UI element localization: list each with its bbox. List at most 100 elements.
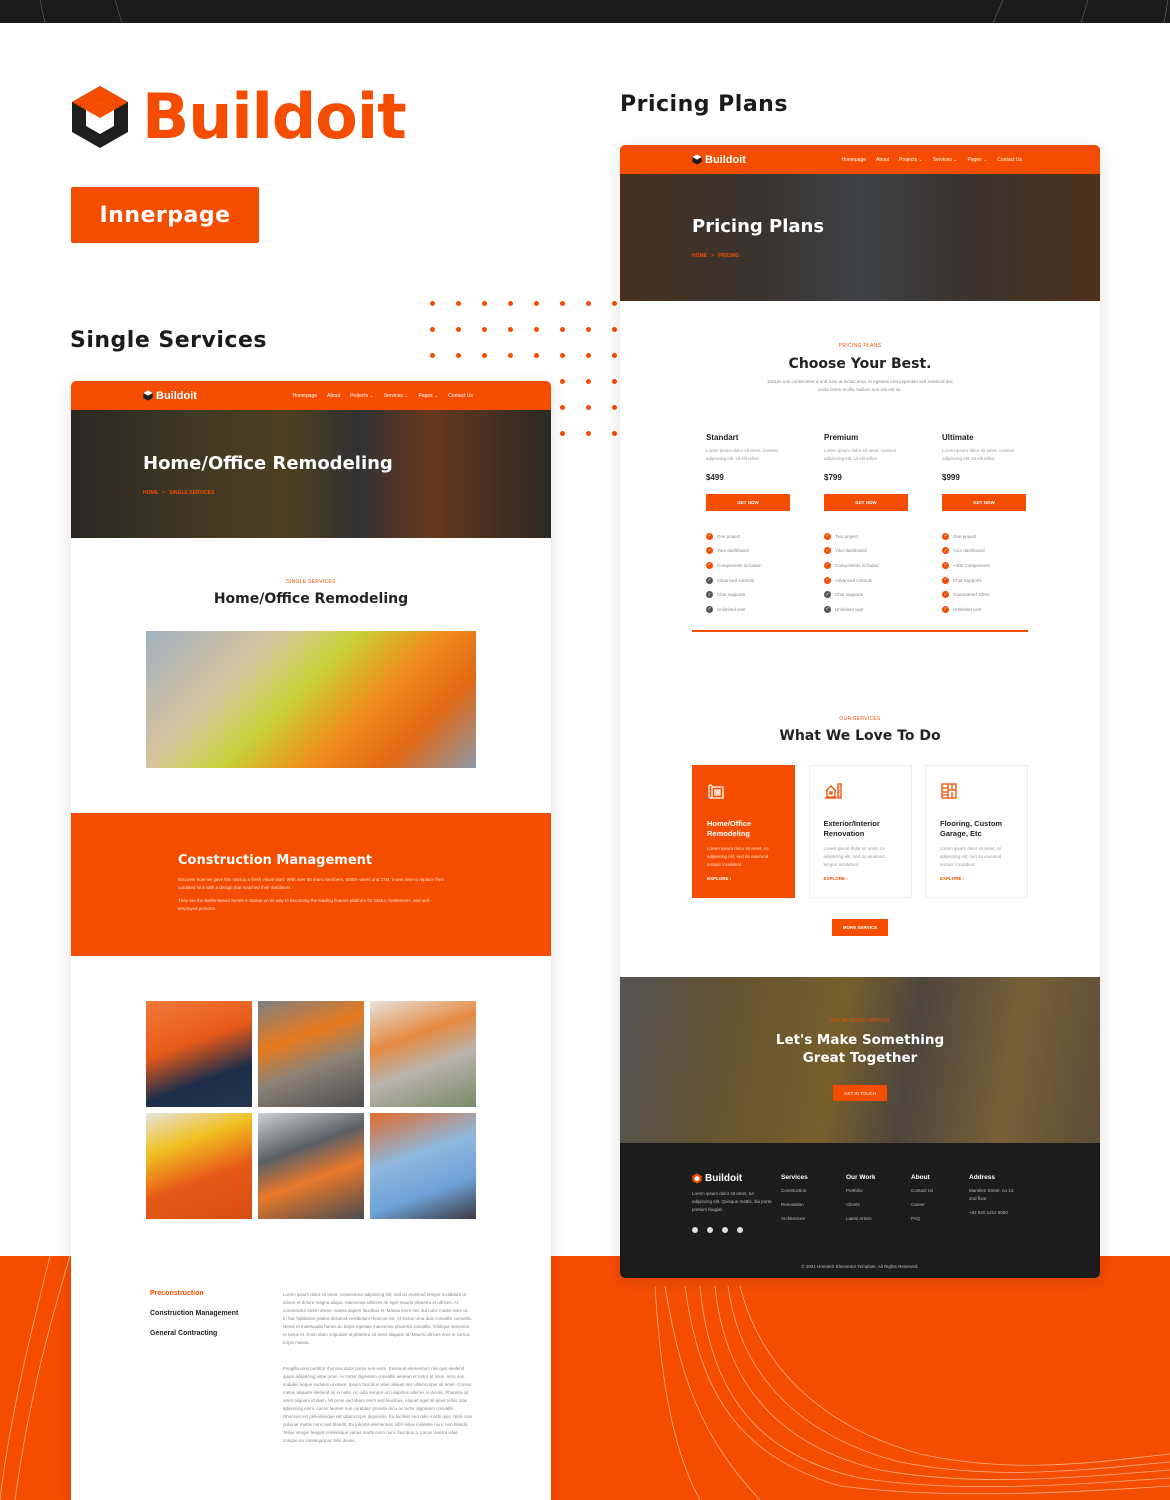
- nav-link-pages[interactable]: Pages ⌄: [419, 393, 439, 399]
- footer-link[interactable]: Construction: [781, 1187, 808, 1195]
- explore-link[interactable]: EXPLORE ›: [707, 876, 731, 881]
- explore-link[interactable]: EXPLORE ›: [940, 876, 964, 881]
- dot: [612, 301, 617, 306]
- gallery-photo-5[interactable]: [258, 1113, 364, 1219]
- footer-link[interactable]: Renovation: [781, 1201, 808, 1209]
- plan-price: $799: [824, 473, 842, 482]
- services-title: What We Love To Do: [779, 728, 941, 744]
- footer-col-about: About Contact Us Career FAQ: [911, 1174, 934, 1223]
- dot: [482, 353, 487, 358]
- footer-brand: Buildoit Lorem ipsum dolor sit amet, tur…: [692, 1173, 772, 1220]
- section-title: Home/Office Remodeling: [213, 591, 409, 607]
- nav-link-contact[interactable]: Contact Us: [448, 393, 473, 399]
- footer-link[interactable]: Contact Us: [911, 1187, 933, 1195]
- feature-item: ✓ +300 Components: [942, 561, 990, 569]
- footer-link[interactable]: Architecture: [781, 1215, 808, 1223]
- dot: [430, 301, 435, 306]
- nav-link-services[interactable]: Services ⌄: [933, 157, 958, 163]
- dot: [534, 327, 539, 332]
- check-circle-icon: ✓: [706, 547, 713, 555]
- check-circle-icon: ✓: [706, 532, 713, 540]
- dot: [560, 301, 565, 306]
- nav-logo[interactable]: Buildoit: [692, 154, 746, 166]
- nav-link-projects[interactable]: Projects ⌄: [899, 157, 923, 163]
- nav-link-contact[interactable]: Contact Us: [997, 157, 1022, 163]
- dot: [560, 431, 565, 436]
- cta-title: Let's Make Something Great Together: [775, 1032, 945, 1066]
- feature-item: ✓ Advanced controls: [706, 576, 755, 584]
- feature-item: ✓ Chat Supports: [942, 576, 982, 584]
- pricing-plans: Standart Lorem ipsum dolor sit amet, cons…: [706, 433, 1026, 617]
- check-circle-icon: ✓: [824, 532, 831, 540]
- nav-link-pages[interactable]: Pages ⌄: [968, 157, 988, 163]
- more-service-button[interactable]: MORE SERVICE: [832, 919, 888, 936]
- nav-link-homepage[interactable]: Homepage: [842, 157, 866, 163]
- pricing-plan-premium: Premium Lorem ipsum dolor sit amet, conse…: [824, 433, 908, 617]
- gallery-photo-3[interactable]: [370, 1001, 476, 1107]
- plan-name: Ultimate: [942, 433, 974, 442]
- tab-construction-management[interactable]: Construction Management: [150, 1310, 238, 1317]
- nav-link-homepage[interactable]: Homepage: [293, 393, 317, 399]
- check-circle-icon: ✓: [942, 561, 949, 569]
- tab-general-contracting[interactable]: General Contracting: [150, 1330, 238, 1337]
- hero-title: Home/Office Remodeling: [143, 453, 393, 474]
- dot: [586, 327, 591, 332]
- pricing-title: Choose Your Best.: [788, 356, 932, 372]
- dot: [534, 301, 539, 306]
- footer-link[interactable]: FAQ: [911, 1215, 933, 1223]
- feature-item: ✓ One project: [942, 532, 977, 540]
- twitter-icon[interactable]: [707, 1227, 713, 1233]
- linkedin-icon[interactable]: [737, 1227, 743, 1233]
- service-card[interactable]: Flooring, Custom Garage, Etc Lorem ipsum …: [925, 765, 1028, 898]
- feature-item: ✓ Unlimited user: [824, 605, 864, 613]
- breadcrumb-home[interactable]: HOME: [692, 253, 707, 259]
- nav-links: Homepage About Projects ⌄ Services ⌄ Pag…: [293, 381, 473, 410]
- dot: [534, 353, 539, 358]
- gallery-photo-1[interactable]: [146, 1001, 252, 1107]
- footer-link[interactable]: Career: [911, 1201, 933, 1209]
- get-now-button[interactable]: GET NOW: [942, 494, 1026, 511]
- footer-link[interactable]: Latest Article: [846, 1215, 876, 1223]
- cube-logo-icon: [692, 154, 702, 165]
- dot: [508, 353, 513, 358]
- get-in-touch-button[interactable]: GET IN TOUCH: [833, 1085, 887, 1101]
- feature-item: ✓ Chat supports: [706, 591, 746, 599]
- explore-link[interactable]: EXPLORE ›: [824, 876, 848, 881]
- dot: [560, 327, 565, 332]
- nav-link-services[interactable]: Services ⌄: [384, 393, 409, 399]
- breadcrumb-home[interactable]: HOME: [143, 490, 158, 496]
- pricing-plans-label: Pricing Plans: [620, 92, 788, 117]
- footer-col-services: Services Construction Renovation Archite…: [781, 1174, 808, 1223]
- page-hero: Pricing Plans HOME > PRICING: [620, 174, 1100, 301]
- nav-link-about[interactable]: About: [327, 393, 340, 399]
- feature-item: ✓ Two project: [824, 532, 859, 540]
- brand-name: Buildoit: [142, 80, 407, 153]
- gallery-photo-6[interactable]: [370, 1113, 476, 1219]
- facebook-icon[interactable]: [692, 1227, 698, 1233]
- dot: [560, 353, 565, 358]
- tab-preconstruction[interactable]: Preconstruction: [150, 1290, 238, 1297]
- pricing-plan-ultimate: Ultimate Lorem ipsum dolor sit amet, cons…: [942, 433, 1026, 617]
- dot: [586, 301, 591, 306]
- get-now-button[interactable]: GET NOW: [706, 494, 790, 511]
- nav-links: Homepage About Projects ⌄ Services ⌄ Pag…: [842, 145, 1022, 174]
- check-circle-icon: ✓: [824, 576, 831, 584]
- house-ruler-icon: [824, 783, 842, 804]
- gallery-photo-2[interactable]: [258, 1001, 364, 1107]
- nav-link-about[interactable]: About: [876, 157, 889, 163]
- nav-logo[interactable]: Buildoit: [143, 390, 197, 402]
- service-card[interactable]: Home/Office Remodeling Lorem ipsum dolor …: [692, 765, 795, 898]
- service-tabs: Preconstruction Construction Management …: [150, 1290, 238, 1350]
- dot: [586, 431, 591, 436]
- divider: [692, 630, 1028, 632]
- service-card[interactable]: Exterior/Interior Renovation Lorem ipsum …: [808, 765, 912, 898]
- dot: [508, 327, 513, 332]
- footer-link[interactable]: Portfolio: [846, 1187, 876, 1195]
- gallery-photo-4[interactable]: [146, 1113, 252, 1219]
- footer-link[interactable]: Clients: [846, 1201, 876, 1209]
- youtube-icon[interactable]: [722, 1227, 728, 1233]
- get-now-button[interactable]: GET NOW: [824, 494, 908, 511]
- breadcrumb: HOME > PRICING: [692, 253, 740, 259]
- nav-link-projects[interactable]: Projects ⌄: [350, 393, 374, 399]
- check-circle-icon: ✓: [706, 591, 713, 599]
